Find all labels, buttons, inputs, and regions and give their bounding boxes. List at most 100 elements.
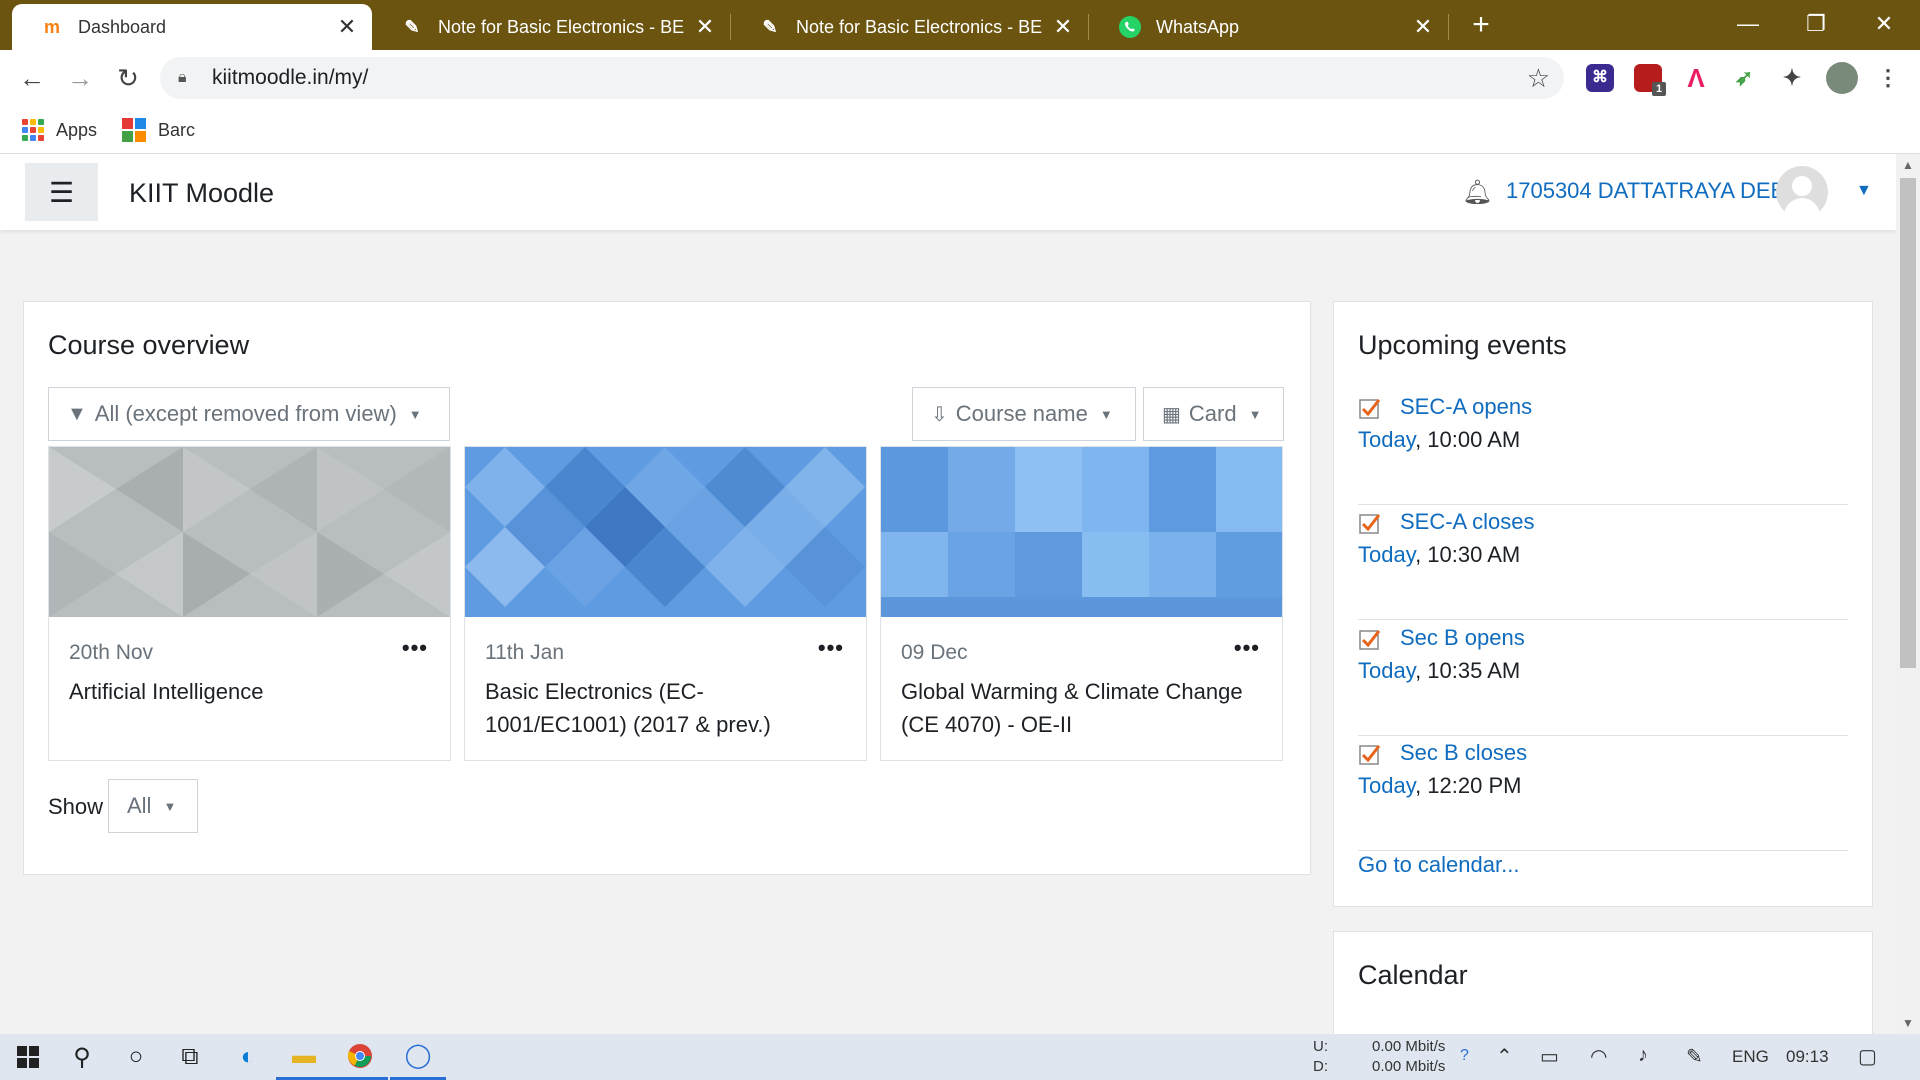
volume-icon[interactable]: ♪ bbox=[1638, 1044, 1648, 1067]
extension-a-icon[interactable]: Λ bbox=[1682, 64, 1710, 92]
event-day-link[interactable]: Today bbox=[1358, 427, 1415, 452]
course-card[interactable]: 09 Dec ••• Global Warming & Climate Chan… bbox=[880, 446, 1283, 761]
lock-icon[interactable]: 🔒︎ bbox=[178, 69, 202, 87]
forward-arrow-icon[interactable]: → bbox=[62, 60, 98, 96]
course-name-link[interactable]: Basic Electronics (EC-1001/EC1001) (2017… bbox=[485, 675, 845, 741]
back-arrow-icon[interactable]: ← bbox=[14, 60, 50, 96]
new-tab-plus-icon[interactable]: + bbox=[1466, 8, 1496, 42]
event-name-link[interactable]: SEC-A opens bbox=[1400, 394, 1532, 420]
close-window-icon[interactable]: ✕ bbox=[1864, 6, 1904, 42]
chevron-down-icon: ▼ bbox=[1248, 406, 1262, 422]
course-image-pattern[interactable] bbox=[49, 447, 450, 617]
ublock-extension-icon[interactable]: 1 bbox=[1634, 64, 1666, 96]
event-time-text: , 10:00 AM bbox=[1415, 427, 1521, 452]
help-icon[interactable]: ? bbox=[1460, 1047, 1469, 1065]
event-name-link[interactable]: Sec B opens bbox=[1400, 625, 1525, 651]
assignment-check-icon bbox=[1359, 399, 1381, 419]
tab-title: Note for Basic Electronics - BE By bbox=[796, 16, 1044, 37]
messaging-app-icon[interactable]: ◯ bbox=[390, 1034, 446, 1080]
search-icon[interactable]: ⚲ bbox=[54, 1034, 110, 1080]
wifi-icon[interactable]: ◠ bbox=[1590, 1044, 1607, 1069]
chrome-browser-icon[interactable] bbox=[332, 1034, 388, 1080]
event-name-link[interactable]: Sec B closes bbox=[1400, 740, 1527, 766]
tab-dashboard[interactable]: m Dashboard ✕ bbox=[12, 4, 372, 50]
browser-menu-icon[interactable]: ⋮ bbox=[1874, 64, 1902, 92]
course-card[interactable]: 20th Nov ••• Artificial Intelligence bbox=[48, 446, 451, 761]
event-name-link[interactable]: SEC-A closes bbox=[1400, 509, 1535, 535]
course-image-pattern[interactable] bbox=[465, 447, 866, 617]
user-menu-caret-icon[interactable]: ▼ bbox=[1856, 182, 1872, 200]
page-scrollbar[interactable]: ▲ ▼ bbox=[1896, 154, 1920, 1034]
event-day-link[interactable]: Today bbox=[1358, 658, 1415, 683]
minimize-window-icon[interactable]: — bbox=[1728, 6, 1768, 42]
course-view-dropdown[interactable]: ▦ Card ▼ bbox=[1143, 387, 1284, 441]
extensions-puzzle-icon[interactable]: ✦ bbox=[1778, 64, 1806, 92]
more-options-icon[interactable]: ••• bbox=[1234, 635, 1260, 661]
tab-basic-electronics-note-2[interactable]: ✎ Note for Basic Electronics - BE By ✕ bbox=[730, 4, 1088, 50]
scroll-down-arrow-icon[interactable]: ▼ bbox=[1896, 1016, 1920, 1030]
scroll-thumb[interactable] bbox=[1900, 178, 1916, 668]
chevron-down-icon: ▼ bbox=[163, 798, 177, 814]
url-text[interactable]: kiitmoodle.in/my/ bbox=[212, 66, 368, 90]
language-indicator[interactable]: ENG bbox=[1732, 1047, 1769, 1067]
file-explorer-icon[interactable]: ▬ bbox=[276, 1034, 332, 1080]
course-name-link[interactable]: Artificial Intelligence bbox=[69, 675, 429, 708]
net-download-label: D: bbox=[1313, 1058, 1328, 1075]
close-tab-icon[interactable]: ✕ bbox=[336, 14, 358, 40]
pen-icon[interactable]: ✎ bbox=[1686, 1044, 1703, 1069]
task-view-icon[interactable]: ⧉ bbox=[162, 1034, 218, 1080]
site-name[interactable]: KIIT Moodle bbox=[129, 178, 274, 209]
course-sort-dropdown[interactable]: ⇩ Course name ▼ bbox=[912, 387, 1136, 441]
bookmark-star-icon[interactable]: ☆ bbox=[1527, 63, 1550, 94]
go-to-calendar-link[interactable]: Go to calendar... bbox=[1358, 852, 1519, 878]
assignment-check-icon bbox=[1359, 514, 1381, 534]
close-tab-icon[interactable]: ✕ bbox=[1412, 14, 1434, 40]
restore-window-icon[interactable]: ❐ bbox=[1796, 6, 1836, 42]
tab-title: Dashboard bbox=[78, 16, 167, 37]
more-options-icon[interactable]: ••• bbox=[402, 635, 428, 661]
event-day-link[interactable]: Today bbox=[1358, 542, 1415, 567]
course-image-pattern[interactable] bbox=[881, 447, 1282, 617]
tab-basic-electronics-note-1[interactable]: ✎ Note for Basic Electronics - BE by ✕ bbox=[372, 4, 730, 50]
show-count-dropdown[interactable]: All ▼ bbox=[108, 779, 198, 833]
close-tab-icon[interactable]: ✕ bbox=[694, 14, 716, 40]
edge-browser-icon[interactable]: ◐ bbox=[220, 1034, 276, 1080]
scroll-up-arrow-icon[interactable]: ▲ bbox=[1896, 158, 1920, 172]
event-item: SEC-A closes Today, 10:30 AM bbox=[1358, 505, 1848, 620]
course-filter-dropdown[interactable]: ▼ All (except removed from view) ▼ bbox=[48, 387, 450, 441]
windows-start-icon[interactable] bbox=[0, 1034, 56, 1080]
user-name[interactable]: 1705304 DATTATRAYA DEB bbox=[1506, 178, 1785, 204]
reload-icon[interactable]: ↻ bbox=[110, 60, 146, 96]
bookmark-apps[interactable]: Apps bbox=[22, 114, 97, 146]
tab-whatsapp[interactable]: WhatsApp ✕ bbox=[1090, 4, 1448, 50]
net-upload-label: U: bbox=[1313, 1038, 1328, 1055]
hamburger-menu-icon[interactable]: ☰ bbox=[25, 163, 98, 221]
more-options-icon[interactable]: ••• bbox=[818, 635, 844, 661]
notification-bell-icon[interactable]: 🔔︎ bbox=[1462, 178, 1492, 207]
close-tab-icon[interactable]: ✕ bbox=[1052, 14, 1074, 40]
show-hidden-icons-chevron-icon[interactable]: ⌃ bbox=[1496, 1044, 1513, 1069]
address-bar[interactable]: 🔒︎ kiitmoodle.in/my/ ☆ bbox=[160, 57, 1564, 99]
cursor-extension-icon[interactable]: ➶ bbox=[1730, 64, 1758, 92]
browser-toolbar: ← → ↻ 🔒︎ kiitmoodle.in/my/ ☆ ⌘ 1 Λ ➶ ✦ ⋮ bbox=[0, 50, 1920, 106]
bookmark-label: Apps bbox=[56, 119, 98, 140]
bookmark-barc[interactable]: Barc bbox=[122, 114, 195, 146]
cortana-circle-icon[interactable]: ○ bbox=[108, 1034, 164, 1080]
course-name-link[interactable]: Global Warming & Climate Change (CE 4070… bbox=[901, 675, 1261, 741]
system-clock[interactable]: 09:13 bbox=[1786, 1047, 1829, 1067]
barc-icon bbox=[122, 118, 146, 142]
card-grid-icon: ▦ bbox=[1162, 403, 1181, 426]
notifications-icon[interactable]: ▢ bbox=[1858, 1044, 1877, 1069]
notes-favicon-icon: ✎ bbox=[404, 16, 420, 37]
course-card[interactable]: 11th Jan ••• Basic Electronics (EC-1001/… bbox=[464, 446, 867, 761]
battery-icon[interactable]: ▭ bbox=[1540, 1044, 1559, 1069]
extension-icon-1[interactable]: ⌘ bbox=[1586, 64, 1614, 92]
user-avatar[interactable] bbox=[1776, 166, 1828, 218]
event-day-link[interactable]: Today bbox=[1358, 773, 1415, 798]
profile-avatar-icon[interactable] bbox=[1826, 62, 1858, 94]
event-item: Sec B closes Today, 12:20 PM bbox=[1358, 736, 1848, 851]
tab-title: WhatsApp bbox=[1156, 16, 1240, 37]
event-time-text: , 12:20 PM bbox=[1415, 773, 1522, 798]
assignment-check-icon bbox=[1359, 745, 1381, 765]
event-item: SEC-A opens Today, 10:00 AM bbox=[1358, 390, 1848, 505]
